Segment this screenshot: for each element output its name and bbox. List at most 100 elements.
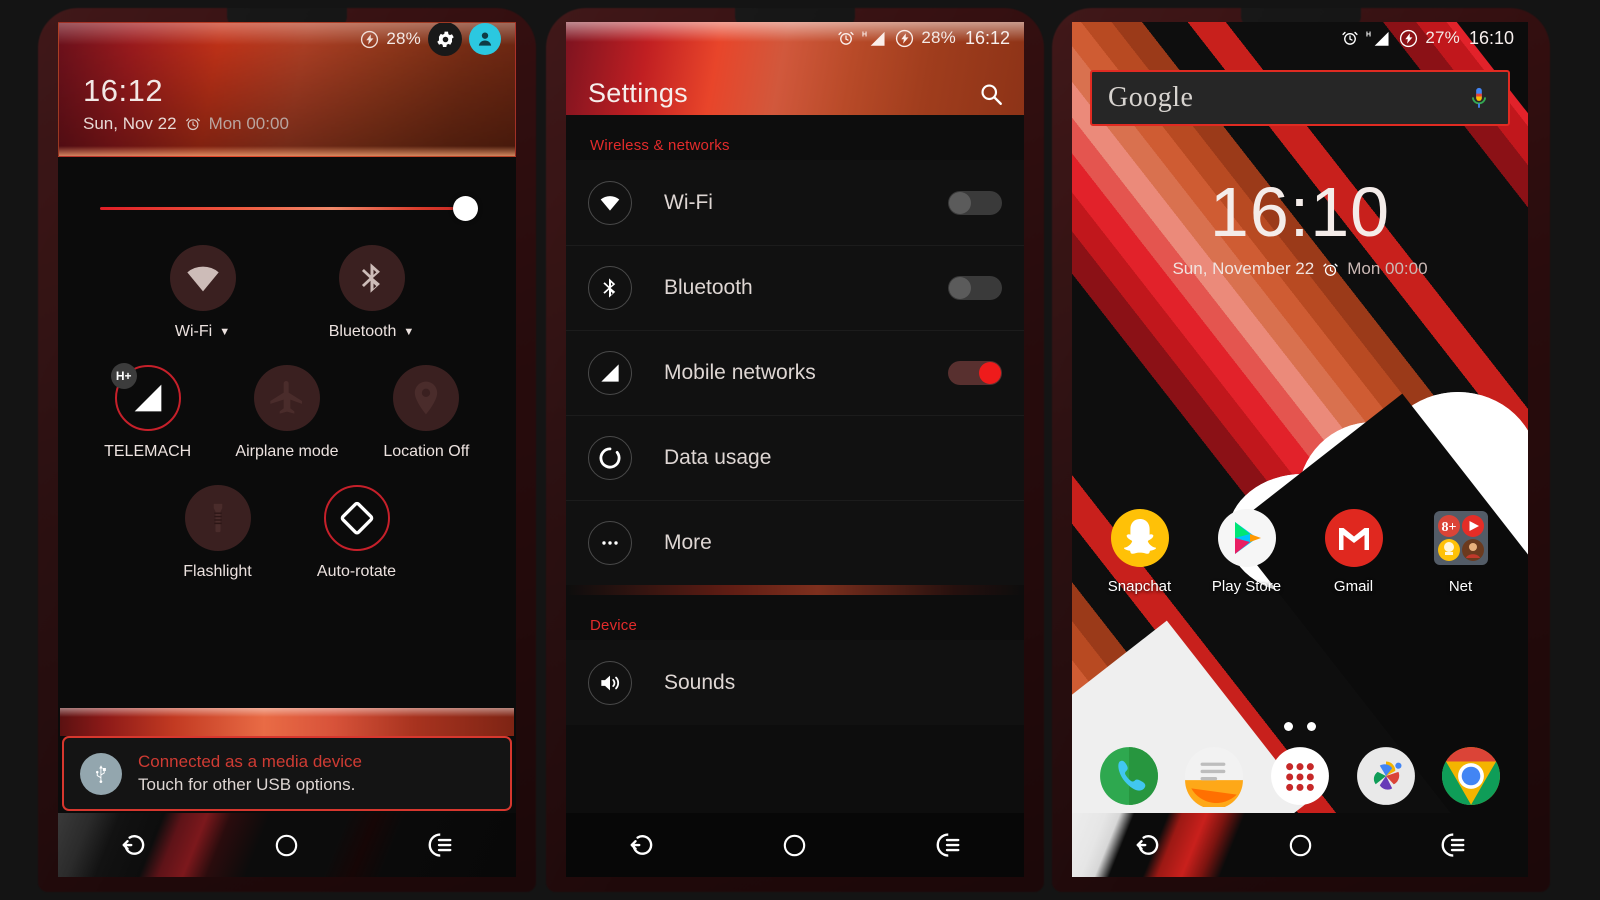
quick-settings-tiles: Wi-Fi ▼ Bluetooth ▼ H+ TELEMACH Airplane… [58,245,516,581]
shade-alarm-text: Mon 00:00 [208,114,289,133]
hplus-badge: H+ [110,363,137,389]
shade-clock-time: 16:12 [83,73,164,108]
tile-bluetooth[interactable]: Bluetooth ▼ [287,245,456,341]
tile-airplane-mode[interactable]: Airplane mode [217,365,356,461]
svg-text:H: H [1366,31,1371,38]
back-icon[interactable] [628,830,658,860]
settings-row-data-usage[interactable]: Data usage [566,415,1024,500]
app-folder-net[interactable]: 8+ Net [1419,508,1503,595]
alarm-icon [837,29,855,47]
search-icon[interactable] [978,81,1004,107]
tile-auto-rotate[interactable]: Auto-rotate [287,485,426,581]
chevron-down-icon: ▼ [219,326,231,338]
page-dot[interactable] [1307,722,1316,731]
user-avatar-icon[interactable] [469,23,501,55]
home-icon[interactable] [1287,832,1314,859]
photos-icon[interactable] [1355,745,1417,807]
brightness-track [100,206,474,210]
screenshot-stage: 28% 16:12 Sun, Nov 22 Mon 00:00 Wi-Fi ▼ … [0,0,1600,900]
snapchat-icon [1110,508,1170,568]
recents-icon[interactable] [1437,830,1467,860]
app-row: Snapchat Play Store Gmail 8+ Net [1072,508,1528,595]
wifi-toggle[interactable] [948,190,1002,215]
microphone-icon[interactable] [1466,85,1492,111]
app-snapchat[interactable]: Snapchat [1098,508,1182,595]
bluetooth-toggle[interactable] [948,276,1002,300]
signal-bars-icon [588,351,632,395]
battery-percent-2: 28% [921,28,956,47]
alarm-icon [1341,29,1359,47]
settings-row-mobile-networks[interactable]: Mobile networks [566,330,1024,415]
settings-row-label: Bluetooth [664,276,753,299]
usb-notification-title: Connected as a media device [138,752,362,771]
settings-row-more[interactable]: More [566,500,1024,585]
google-search-widget[interactable]: Google [1090,70,1510,126]
settings-row-label: Mobile networks [664,361,816,384]
settings-list-device: Sounds [566,640,1024,725]
clock-widget[interactable]: 16:10 Sun, November 22 Mon 00:00 [1072,177,1528,279]
charging-bolt-icon [1399,29,1418,48]
tile-label: TELEMACH [104,443,192,460]
svg-text:H: H [862,31,867,38]
mobile-networks-toggle[interactable] [948,361,1002,385]
settings-row-label: Sounds [664,670,736,694]
app-drawer-icon[interactable] [1269,745,1331,807]
usb-notification-text: Connected as a media device Touch for ot… [138,752,362,795]
status-clock-3: 16:10 [1468,27,1514,48]
app-label: Gmail [1333,578,1374,595]
tile-wifi[interactable]: Wi-Fi ▼ [118,245,287,341]
app-label: Snapchat [1107,578,1172,595]
settings-row-bluetooth[interactable]: Bluetooth [566,245,1024,330]
data-usage-icon [588,436,632,480]
dock [1072,745,1528,807]
tile-label: Location Off [383,443,470,460]
home-icon[interactable] [781,832,808,859]
usb-notification[interactable]: Connected as a media device Touch for ot… [62,736,512,811]
shade-clock-block: 16:12 Sun, Nov 22 Mon 00:00 [83,75,289,134]
flashlight-icon [184,485,251,551]
news-icon[interactable] [1183,745,1245,807]
battery-percent-3: 27% [1425,28,1460,47]
back-icon[interactable] [1134,830,1164,860]
settings-row-sounds[interactable]: Sounds [566,640,1024,725]
home-screen-panel: H 27% 16:10 Google 16:10 Sun, November 2… [1072,22,1528,877]
back-icon[interactable] [120,830,150,860]
shade-header: 28% 16:12 Sun, Nov 22 Mon 00:00 [58,22,516,157]
brightness-knob[interactable] [453,195,478,221]
chrome-icon[interactable] [1440,745,1502,807]
tile-row-3: Flashlight Auto-rotate [58,485,516,581]
clock-widget-time: 16:10 [1209,173,1391,251]
home-icon[interactable] [273,832,300,859]
page-dot[interactable] [1284,722,1293,731]
settings-row-label: Wi-Fi [664,190,713,214]
tile-label: Flashlight [183,563,252,580]
tile-location[interactable]: Location Off [357,365,496,461]
phone-icon[interactable] [1098,745,1160,807]
tile-flashlight[interactable]: Flashlight [148,485,287,581]
airplane-icon [253,365,320,431]
section-header-device: Device [590,617,638,634]
shade-clock-date-row: Sun, Nov 22 Mon 00:00 [83,114,289,134]
app-play-store[interactable]: Play Store [1205,508,1289,595]
tile-telemach[interactable]: H+ TELEMACH [78,363,217,461]
location-pin-icon [393,365,460,431]
tile-label: Airplane mode [235,443,339,460]
settings-title-row: Settings [566,78,1024,109]
settings-list-wireless: Wi-Fi Bluetooth Mobile networks Data usa… [566,160,1024,585]
gear-icon[interactable] [428,23,462,56]
app-label: Play Store [1211,578,1282,595]
settings-row-wifi[interactable]: Wi-Fi [566,160,1024,245]
auto-rotate-icon [323,485,390,551]
hplus-signal-icon: H [1366,29,1392,47]
navigation-bar-3 [1072,813,1528,877]
battery-percent-1: 28% [386,29,421,48]
app-gmail[interactable]: Gmail [1312,508,1396,595]
section-divider-glow [566,585,1024,595]
wifi-icon [169,245,236,311]
app-label: Net [1448,578,1473,595]
more-dots-icon [588,521,632,565]
usb-notification-subtitle: Touch for other USB options. [138,775,356,794]
brightness-slider[interactable] [88,195,486,221]
recents-icon[interactable] [932,830,962,860]
recents-icon[interactable] [424,830,454,860]
